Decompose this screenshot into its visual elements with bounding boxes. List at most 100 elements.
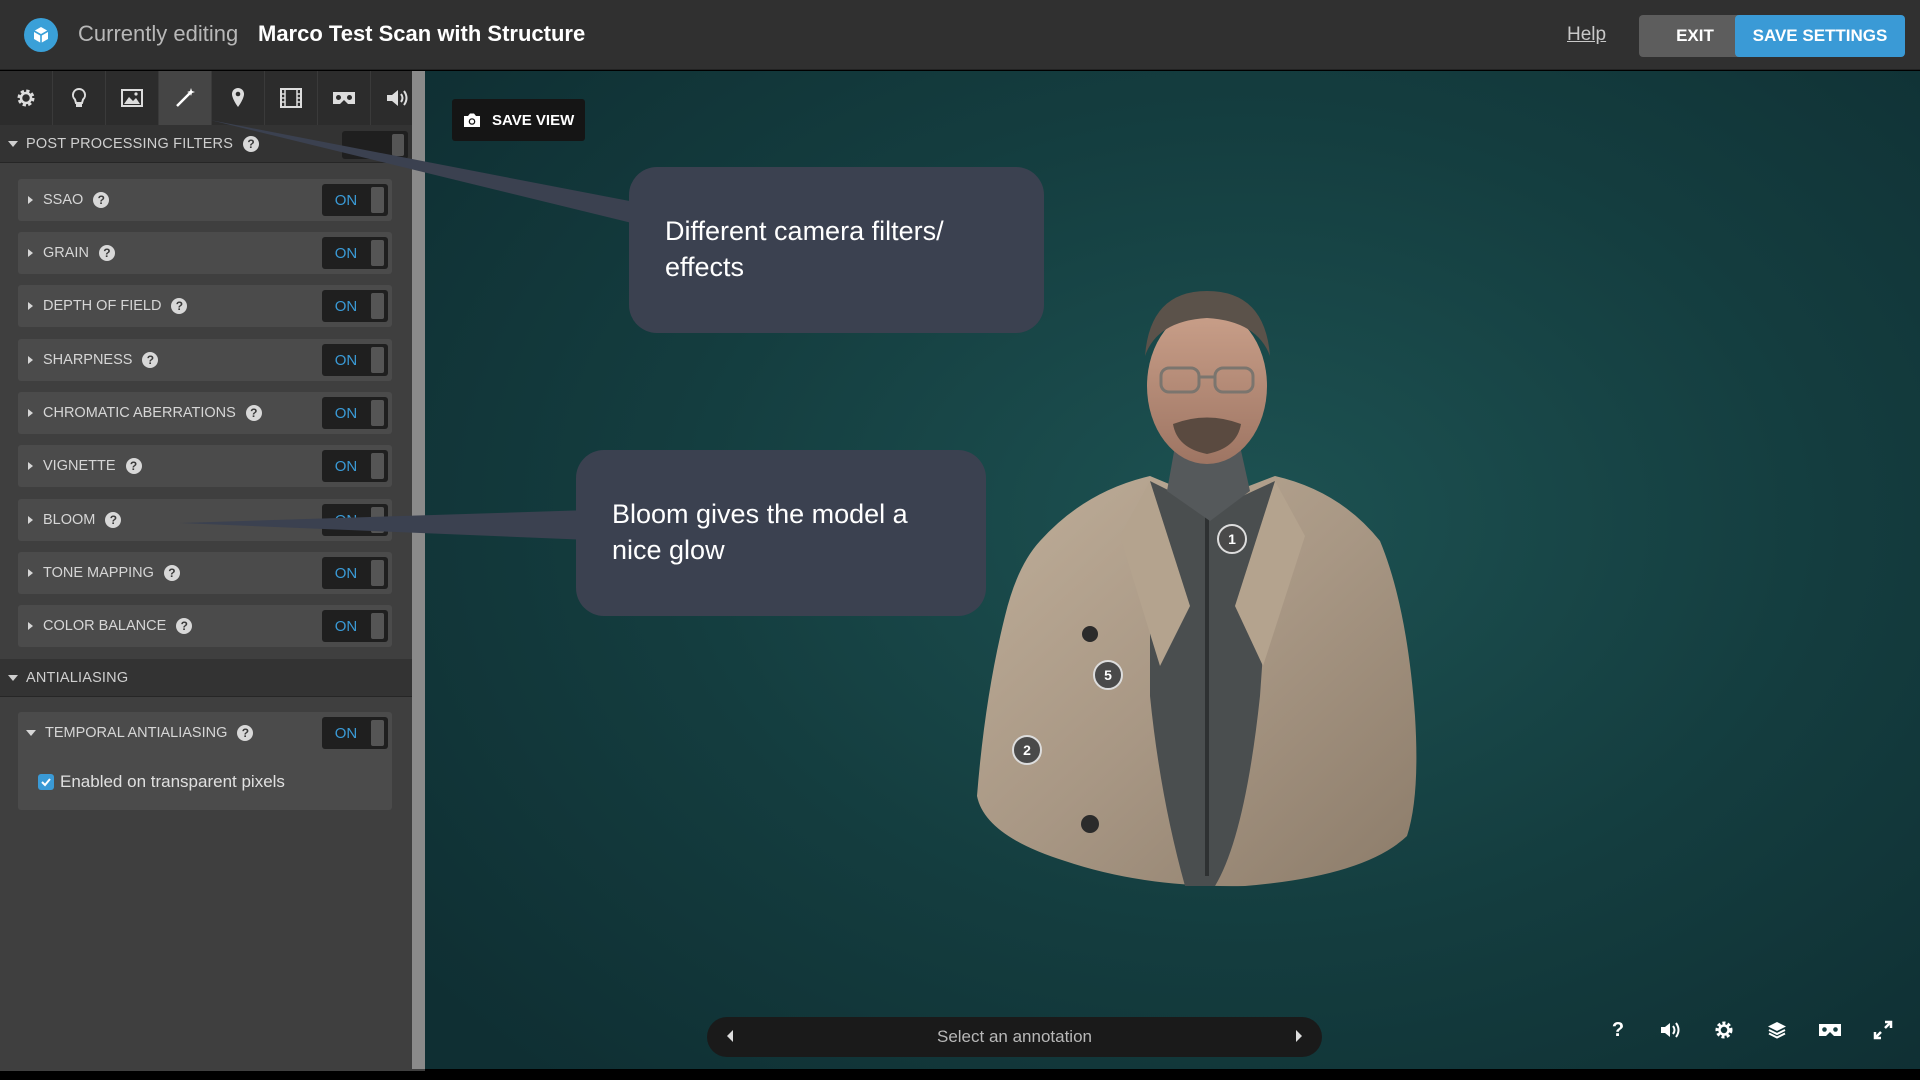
post-processing-toggle[interactable]	[342, 131, 408, 159]
filter-ssao[interactable]: SSAO ? ON	[18, 179, 392, 221]
filter-temporal-antialiasing[interactable]: TEMPORAL ANTIALIASING ? ON	[18, 712, 392, 754]
toggle-label: ON	[334, 564, 358, 582]
tab-animation[interactable]	[265, 71, 318, 125]
save-view-label: SAVE VIEW	[492, 111, 575, 129]
vignette-toggle[interactable]: ON	[322, 450, 388, 482]
toggle-label: ON	[334, 297, 358, 315]
caret-right-icon	[28, 462, 33, 470]
toggle-label: ON	[334, 244, 358, 262]
help-icon[interactable]: ?	[163, 565, 180, 581]
filter-label: COLOR BALANCE	[43, 618, 167, 634]
tab-general[interactable]	[0, 71, 53, 125]
help-icon[interactable]: ?	[1603, 1015, 1633, 1045]
filter-label: BLOOM	[43, 512, 96, 528]
speaker-icon	[1661, 1022, 1680, 1038]
help-link[interactable]: Help	[1567, 24, 1606, 46]
toggle-knob	[371, 187, 384, 213]
tab-vr[interactable]	[318, 71, 371, 125]
chromatic-aberrations-toggle[interactable]: ON	[322, 397, 388, 429]
annotation-placeholder: Select an annotation	[936, 1027, 1092, 1046]
caret-right-icon	[28, 196, 33, 204]
caret-right-icon	[28, 569, 33, 577]
caret-right-icon	[28, 516, 33, 524]
help-icon[interactable]: ?	[125, 458, 142, 474]
annotation-navigator[interactable]: Select an annotation	[707, 1017, 1322, 1057]
help-icon[interactable]: ?	[171, 298, 188, 314]
caret-right-icon	[28, 356, 33, 364]
depth-of-field-toggle[interactable]: ON	[322, 290, 388, 322]
speaker-icon	[387, 90, 408, 106]
tab-background[interactable]	[106, 71, 159, 125]
antialiasing-header[interactable]: ANTIALIASING	[0, 659, 412, 697]
vr-mode-icon[interactable]	[1815, 1015, 1845, 1045]
sharpness-toggle[interactable]: ON	[322, 344, 388, 376]
help-icon[interactable]: ?	[142, 352, 159, 368]
grain-toggle[interactable]: ON	[322, 237, 388, 269]
help-icon[interactable]: ?	[237, 725, 254, 741]
vr-headset-icon	[1819, 1024, 1841, 1036]
filter-tone-mapping[interactable]: TONE MAPPING ? ON	[18, 552, 392, 594]
toggle-knob	[371, 453, 384, 479]
caret-right-icon	[28, 249, 33, 257]
transparent-pixels-checkbox[interactable]	[38, 774, 54, 790]
annotation-hotspot-5[interactable]: 5	[1093, 660, 1123, 690]
volume-icon[interactable]	[1656, 1015, 1686, 1045]
help-icon[interactable]: ?	[245, 405, 262, 421]
bloom-toggle[interactable]: ON	[322, 504, 388, 536]
fullscreen-icon[interactable]	[1868, 1015, 1898, 1045]
caret-right-icon	[28, 409, 33, 417]
help-icon[interactable]: ?	[98, 245, 115, 261]
toggle-label: ON	[334, 457, 358, 475]
caret-right-icon	[28, 622, 33, 630]
temporal-antialiasing-options: Enabled on transparent pixels	[18, 754, 392, 810]
save-settings-button[interactable]: SAVE SETTINGS	[1735, 15, 1905, 57]
filter-sharpness[interactable]: SHARPNESS ? ON	[18, 339, 392, 381]
filter-chromatic-aberrations[interactable]: CHROMATIC ABERRATIONS ? ON	[18, 392, 392, 434]
color-balance-toggle[interactable]: ON	[322, 610, 388, 642]
save-view-button[interactable]: SAVE VIEW	[452, 99, 585, 141]
help-icon[interactable]: ?	[176, 618, 193, 634]
gear-icon	[1715, 1021, 1733, 1039]
lightbulb-icon	[71, 87, 87, 107]
annotation-hotspot-2[interactable]: 2	[1012, 735, 1042, 765]
help-icon[interactable]: ?	[243, 135, 260, 152]
filter-vignette[interactable]: VIGNETTE ? ON	[18, 445, 392, 487]
temporal-antialiasing-toggle[interactable]: ON	[322, 717, 388, 749]
section-title: ANTIALIASING	[26, 669, 129, 686]
filter-grain[interactable]: GRAIN ? ON	[18, 232, 392, 274]
tone-mapping-toggle[interactable]: ON	[322, 557, 388, 589]
filter-label: TEMPORAL ANTIALIASING	[45, 725, 228, 741]
panel-scrollbar[interactable]	[412, 71, 425, 1069]
filter-depth-of-field[interactable]: DEPTH OF FIELD ? ON	[18, 285, 392, 327]
3d-model[interactable]	[945, 276, 1465, 896]
help-icon[interactable]: ?	[93, 192, 110, 208]
settings-icon[interactable]	[1709, 1015, 1739, 1045]
filter-color-balance[interactable]: COLOR BALANCE ? ON	[18, 605, 392, 647]
layers-icon[interactable]	[1762, 1015, 1792, 1045]
help-icon[interactable]: ?	[105, 512, 122, 528]
model-title: Marco Test Scan with Structure	[258, 21, 586, 46]
image-icon	[121, 89, 143, 107]
toggle-label: ON	[334, 724, 358, 742]
toggle-knob	[392, 134, 404, 156]
checkmark-icon	[41, 778, 51, 787]
toggle-knob	[371, 293, 384, 319]
magic-wand-icon	[176, 88, 195, 107]
toggle-knob	[371, 400, 384, 426]
tab-lighting[interactable]	[53, 71, 106, 125]
filter-label: DEPTH OF FIELD	[43, 298, 162, 314]
tab-annotations[interactable]	[212, 71, 265, 125]
caret-down-icon	[8, 674, 18, 681]
caret-down-icon	[8, 140, 18, 147]
ssao-toggle[interactable]: ON	[322, 184, 388, 216]
tab-post-processing[interactable]	[159, 71, 212, 125]
settings-panel: POST PROCESSING FILTERS ? SSAO ? ON GRAI…	[0, 71, 425, 1071]
toggle-label: ON	[334, 617, 358, 635]
filter-bloom[interactable]: BLOOM ? ON	[18, 499, 392, 541]
next-annotation-icon[interactable]	[1296, 1030, 1302, 1042]
annotation-hotspot-1[interactable]: 1	[1217, 524, 1247, 554]
toggle-knob	[371, 613, 384, 639]
sketchfab-logo-icon[interactable]	[24, 18, 58, 52]
previous-annotation-icon[interactable]	[727, 1030, 733, 1042]
film-icon	[280, 88, 302, 108]
